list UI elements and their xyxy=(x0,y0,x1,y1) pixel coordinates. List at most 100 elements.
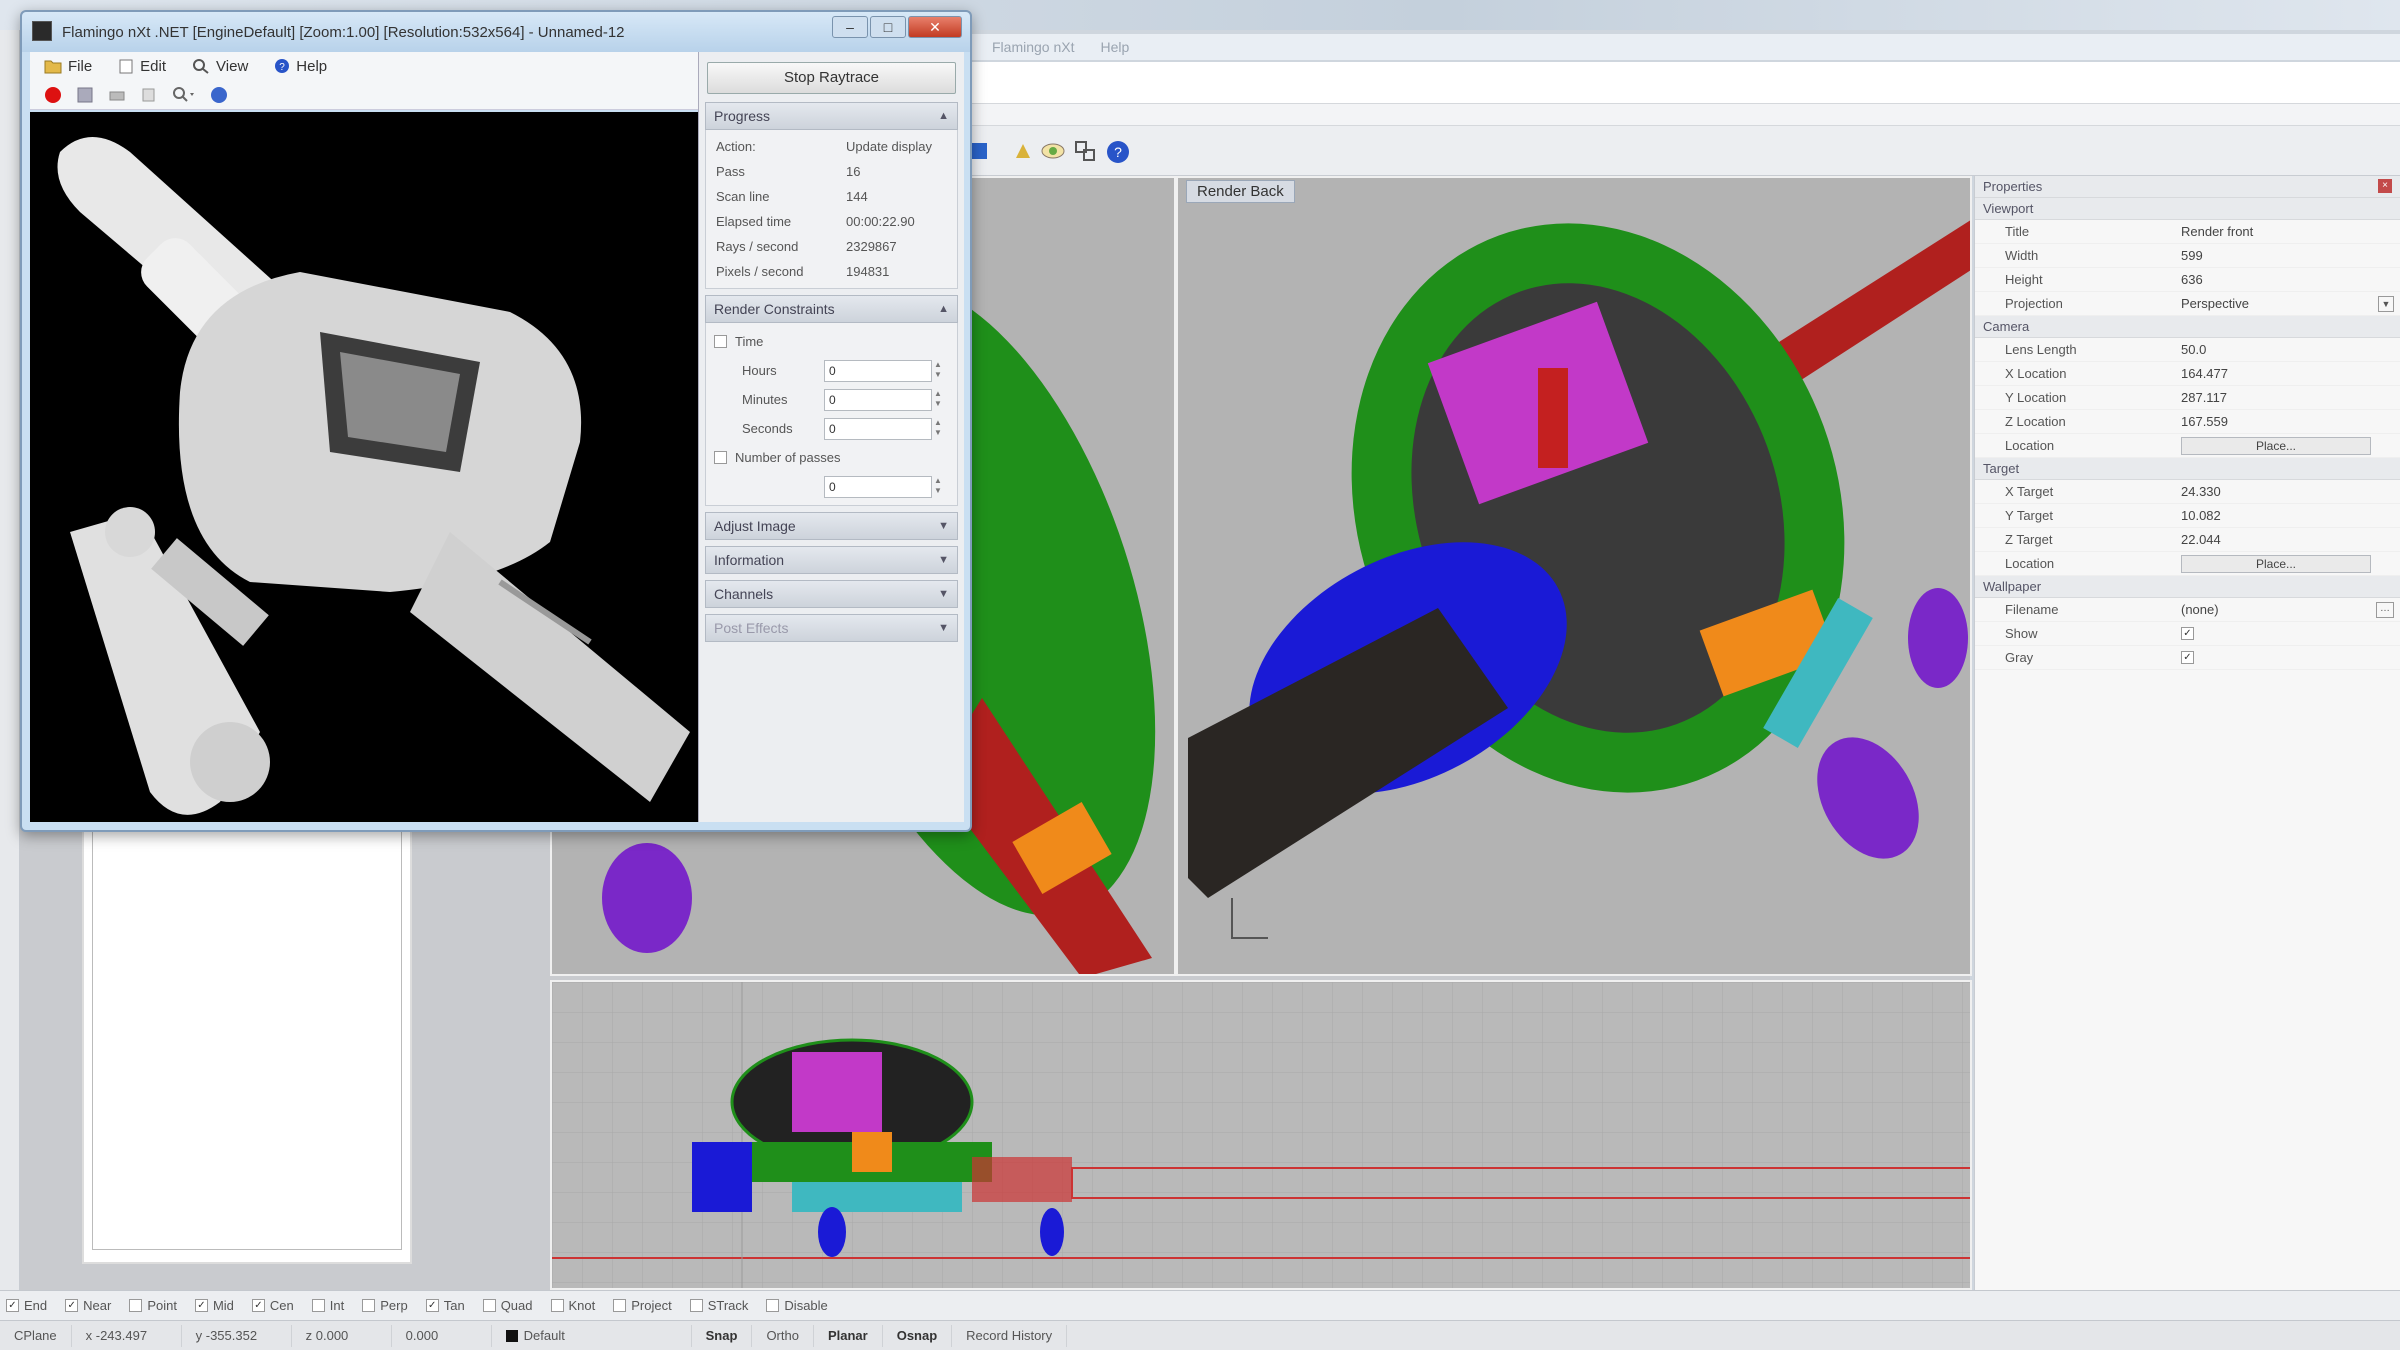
gray-checkbox[interactable]: ✓ xyxy=(2181,651,2194,664)
osnap-checkbox[interactable]: ✓ xyxy=(65,1299,79,1312)
menu-view[interactable]: View xyxy=(192,58,248,75)
arrange-icon[interactable] xyxy=(1074,140,1098,162)
target-place-button[interactable]: Place... xyxy=(2181,554,2371,573)
osnap-checkbox[interactable] xyxy=(129,1299,143,1312)
zoom-icon[interactable] xyxy=(172,86,196,104)
osnap-end[interactable]: ✓ End xyxy=(6,1298,47,1313)
camera-place-button[interactable]: Place... xyxy=(2181,436,2371,455)
eye-icon[interactable] xyxy=(1040,140,1066,162)
globe-icon[interactable] xyxy=(210,86,228,104)
viewport-section-header[interactable]: Viewport xyxy=(1975,198,2400,220)
osnap-knot[interactable]: Knot xyxy=(550,1298,595,1313)
osnap-perp[interactable]: Perp xyxy=(362,1298,408,1313)
osnap-quad[interactable]: Quad xyxy=(482,1298,533,1313)
wallpaper-section-header[interactable]: Wallpaper xyxy=(1975,576,2400,598)
seconds-spinner[interactable]: ▲ ▼ xyxy=(932,418,944,440)
rhino-menu-flamingo[interactable]: Flamingo nXt xyxy=(992,39,1074,55)
passes-input[interactable]: 0 xyxy=(824,475,932,498)
viewport-render-back[interactable]: Render Back xyxy=(1176,176,1972,976)
layer-indicator[interactable]: Default xyxy=(492,1324,692,1347)
chevron-down-icon[interactable]: ▼ xyxy=(2378,295,2394,312)
planar-toggle[interactable]: Planar xyxy=(814,1324,883,1347)
post-effects-header[interactable]: Post Effects ▼ xyxy=(705,614,958,642)
flamingo-app-icon[interactable] xyxy=(32,21,52,41)
hours-input[interactable]: 0 xyxy=(824,359,932,382)
minutes-input[interactable]: 0 xyxy=(824,388,932,411)
osnap-toggle[interactable]: Osnap xyxy=(883,1324,953,1347)
hours-spinner[interactable]: ▲ ▼ xyxy=(932,360,944,382)
prop-value[interactable]: 10.082 xyxy=(2175,508,2400,523)
status-bar: CPlane x -243.497 y -355.352 z 0.000 0.0… xyxy=(0,1320,2400,1350)
record-icon[interactable] xyxy=(44,86,62,104)
osnap-disable[interactable]: Disable xyxy=(766,1298,828,1313)
render-canvas[interactable] xyxy=(30,112,698,822)
menu-help[interactable]: ? Help xyxy=(274,58,327,75)
prop-value[interactable]: 24.330 xyxy=(2175,484,2400,499)
camera-section-header[interactable]: Camera xyxy=(1975,316,2400,338)
osnap-checkbox[interactable] xyxy=(550,1299,564,1312)
print-icon[interactable] xyxy=(108,86,126,104)
channels-header[interactable]: Channels ▼ xyxy=(705,580,958,608)
prop-value[interactable]: 599 xyxy=(2175,248,2400,263)
time-checkbox[interactable] xyxy=(714,335,727,348)
osnap-mid[interactable]: ✓ Mid xyxy=(194,1298,234,1313)
osnap-checkbox[interactable] xyxy=(482,1299,496,1312)
osnap-checkbox[interactable] xyxy=(766,1299,780,1312)
menu-file[interactable]: File xyxy=(44,58,92,75)
information-header[interactable]: Information ▼ xyxy=(705,546,958,574)
cplane-label[interactable]: CPlane xyxy=(0,1324,72,1347)
osnap-checkbox[interactable] xyxy=(689,1299,703,1312)
osnap-checkbox[interactable]: ✓ xyxy=(194,1299,208,1312)
progress-section-header[interactable]: Progress ▲ xyxy=(705,102,958,130)
osnap-checkbox[interactable] xyxy=(311,1299,325,1312)
osnap-checkbox[interactable]: ✓ xyxy=(6,1299,19,1312)
osnap-checkbox[interactable] xyxy=(362,1299,376,1312)
osnap-cen[interactable]: ✓ Cen xyxy=(251,1298,294,1313)
projection-select[interactable]: Perspective xyxy=(2175,296,2378,311)
prop-value[interactable]: 50.0 xyxy=(2175,342,2400,357)
osnap-point[interactable]: Point xyxy=(129,1298,177,1313)
prop-value[interactable]: 22.044 xyxy=(2175,532,2400,547)
osnap-checkbox[interactable]: ✓ xyxy=(425,1299,439,1312)
rhino-menu-help[interactable]: Help xyxy=(1100,39,1129,55)
viewport-front[interactable] xyxy=(550,980,1972,1290)
passes-checkbox[interactable] xyxy=(714,451,727,464)
osnap-checkbox[interactable]: ✓ xyxy=(251,1299,265,1312)
command-prompt[interactable] xyxy=(960,104,2400,126)
help-icon[interactable]: ? xyxy=(1106,140,1130,164)
close-icon[interactable]: × xyxy=(2378,179,2392,193)
copy-icon[interactable] xyxy=(140,86,158,104)
osnap-tan[interactable]: ✓ Tan xyxy=(425,1298,465,1313)
ortho-toggle[interactable]: Ortho xyxy=(752,1324,814,1347)
prop-value[interactable]: 167.559 xyxy=(2175,414,2400,429)
minimize-button[interactable]: – xyxy=(832,16,868,38)
adjust-image-header[interactable]: Adjust Image ▼ xyxy=(705,512,958,540)
menu-edit[interactable]: Edit xyxy=(118,58,166,75)
minutes-spinner[interactable]: ▲ ▼ xyxy=(932,389,944,411)
osnap-strack[interactable]: STrack xyxy=(689,1298,748,1313)
osnap-project[interactable]: Project xyxy=(613,1298,672,1313)
passes-spinner[interactable]: ▲ ▼ xyxy=(932,476,944,498)
toolbar-icon-b[interactable] xyxy=(1012,140,1034,162)
viewport-label[interactable]: Render Back xyxy=(1186,180,1295,203)
close-button[interactable]: ✕ xyxy=(908,16,962,38)
maximize-button[interactable]: □ xyxy=(870,16,906,38)
seconds-input[interactable]: 0 xyxy=(824,417,932,440)
target-section-header[interactable]: Target xyxy=(1975,458,2400,480)
osnap-int[interactable]: Int xyxy=(311,1298,344,1313)
save-icon[interactable] xyxy=(76,86,94,104)
osnap-checkbox[interactable] xyxy=(613,1299,627,1312)
osnap-near[interactable]: ✓ Near xyxy=(65,1298,111,1313)
browse-button[interactable]: … xyxy=(2376,601,2394,618)
wallpaper-filename[interactable]: (none) xyxy=(2175,602,2376,617)
prop-value[interactable]: 164.477 xyxy=(2175,366,2400,381)
stop-raytrace-button[interactable]: Stop Raytrace xyxy=(707,62,956,94)
render-constraints-header[interactable]: Render Constraints ▲ xyxy=(705,295,958,323)
snap-toggle[interactable]: Snap xyxy=(692,1324,753,1347)
flamingo-title-bar[interactable]: Flamingo nXt .NET [EngineDefault] [Zoom:… xyxy=(22,12,970,52)
record-history-toggle[interactable]: Record History xyxy=(952,1324,1068,1347)
prop-value[interactable]: 287.117 xyxy=(2175,390,2400,405)
prop-value[interactable]: Render front xyxy=(2175,224,2400,239)
show-checkbox[interactable]: ✓ xyxy=(2181,627,2194,640)
prop-value[interactable]: 636 xyxy=(2175,272,2400,287)
